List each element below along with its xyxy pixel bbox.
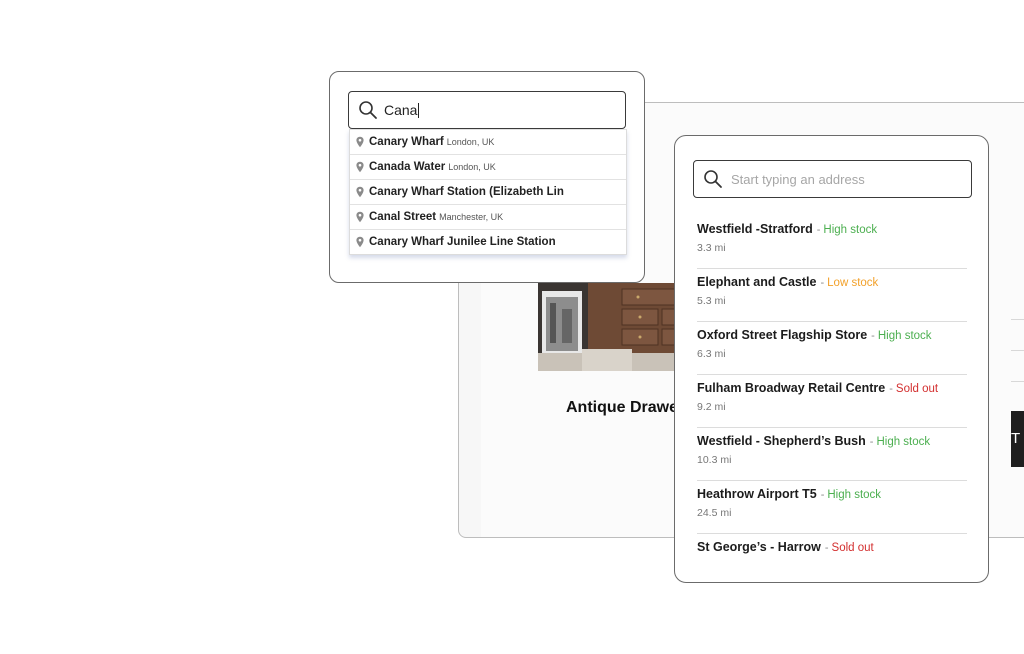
map-pin-icon <box>356 186 364 198</box>
suggestion-name: Canary Wharf Station (Elizabeth Lin <box>369 186 564 198</box>
separator: - <box>820 277 825 289</box>
store-finder-panel: Westfield -Stratford-High stock3.3 miEle… <box>674 135 989 583</box>
separator: - <box>869 436 874 448</box>
suggestion-name: Canal Street <box>369 211 437 223</box>
search-icon <box>704 170 722 188</box>
map-pin-icon <box>356 136 364 148</box>
suggestion-region: Manchester, UK <box>439 212 504 222</box>
store-distance: 6.3 mi <box>697 348 726 360</box>
suggestion-name: Canary Wharf <box>369 136 444 148</box>
search-query: Cana <box>384 102 418 118</box>
stock-status: Sold out <box>831 542 874 554</box>
store-item[interactable]: Westfield -Stratford - High stock 3.3 mi <box>697 216 967 269</box>
suggestion-item[interactable]: Canary Wharf Junilee Line Station <box>350 229 626 254</box>
stock-status: Sold out <box>895 383 939 395</box>
store-item[interactable]: Fulham Broadway Retail Centre - Sold out 9.… <box>697 375 967 428</box>
stock-status: High stock <box>823 224 878 236</box>
stock-status: High stock <box>827 489 882 501</box>
suggestion-name: Canary Wharf Junilee Line Station <box>369 236 556 248</box>
stock-status: Low stock <box>827 277 879 289</box>
store-item[interactable]: Elephant and Castle - Low stock 5.3 mi <box>697 269 967 322</box>
store-name: Westfield -Stratford <box>697 222 813 236</box>
add-to-cart-label: T NO <box>1011 430 1024 447</box>
stock-status: High stock <box>876 436 931 448</box>
address-search-box[interactable] <box>693 160 972 198</box>
suggestion-item[interactable]: Canary Wharf Station (Elizabeth Lin <box>350 179 626 204</box>
suggestion-item[interactable]: Canada Water London, UK <box>350 154 626 179</box>
store-distance: 5.3 mi <box>697 295 726 307</box>
store-item[interactable]: Westfield - Shepherd’s Bush - High stock 10… <box>697 428 967 481</box>
store-list: Westfield -Stratford - High stock 3.3 mi Ele… <box>697 216 967 587</box>
location-search-input[interactable]: Cana <box>348 91 626 129</box>
suggestion-list: Canary Wharf London, UK Canada Water London… <box>349 129 627 255</box>
store-name: Westfield - Shepherd’s Bush <box>697 434 866 448</box>
suggestion-name: Canada Water <box>369 161 446 173</box>
option-dividers <box>1011 319 1024 412</box>
store-item[interactable]: St George’s - Harrow - Sold out <box>697 534 967 587</box>
add-to-cart-button[interactable]: T NO <box>1011 411 1024 467</box>
store-name: Elephant and Castle <box>697 275 817 289</box>
store-name: Oxford Street Flagship Store <box>697 328 868 342</box>
store-item[interactable]: Oxford Street Flagship Store - High stock 6… <box>697 322 967 375</box>
store-distance: 10.3 mi <box>697 454 732 466</box>
suggestion-item[interactable]: Canary Wharf London, UK <box>350 129 626 154</box>
separator: - <box>889 383 893 395</box>
product-title: Antique Drawer <box>566 399 685 416</box>
store-name: Fulham Broadway Retail Centre <box>697 381 886 395</box>
separator: - <box>824 542 829 554</box>
suggestion-region: London, UK <box>446 137 495 147</box>
store-item[interactable]: Heathrow Airport T5- High stock 24.5 mi <box>697 481 967 534</box>
store-name: Heathrow Airport T5 <box>697 487 817 501</box>
store-distance: 9.2 mi <box>697 401 726 413</box>
suggestion-item[interactable]: Canal Street Manchester, UK <box>350 204 626 229</box>
map-pin-icon <box>356 236 364 248</box>
store-distance: 3.3 mi <box>697 242 726 254</box>
text-caret <box>418 102 420 118</box>
autocomplete-popup: Cana Canary Wharf London, UK Canada Water L… <box>329 71 645 283</box>
separator: - <box>816 224 821 236</box>
address-search-input[interactable] <box>729 170 963 188</box>
stock-status: High stock <box>877 330 932 342</box>
map-pin-icon <box>356 161 364 173</box>
suggestion-region: London, UK <box>448 162 496 172</box>
store-distance: 24.5 mi <box>697 507 732 519</box>
separator: - <box>820 489 825 501</box>
separator: - <box>871 330 875 342</box>
search-icon <box>359 101 377 119</box>
map-pin-icon <box>356 211 364 223</box>
store-name: St George’s - Harrow <box>697 540 821 554</box>
